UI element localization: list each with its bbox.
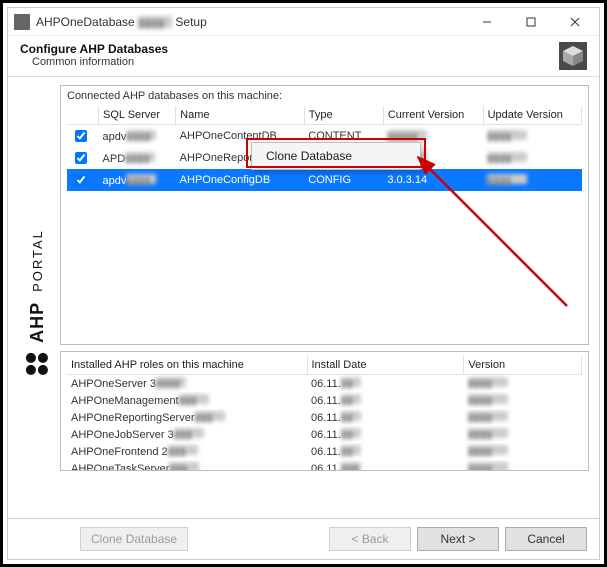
cell-install-date: 06.11.▮▮ [307, 426, 464, 443]
cell-current-version: 3.0.3.14 [383, 169, 483, 191]
page-subtitle: Common information [32, 56, 559, 68]
brand-dots-icon [26, 352, 48, 374]
row-checkbox[interactable] [75, 152, 87, 164]
roles-panel: Installed AHP roles on this machineInsta… [60, 351, 589, 471]
cell-update-version: ▮▮▮▮ [483, 147, 581, 169]
page-title: Configure AHP Databases [20, 42, 559, 56]
cell-install-date: 06.11.▮▮ [307, 409, 464, 426]
cell-role-name: AHPOneTaskServer▮▮▮ [67, 460, 307, 471]
databases-col-header[interactable] [67, 106, 99, 125]
databases-panel-label: Connected AHP databases on this machine: [67, 90, 582, 102]
cell-install-date: 06.11.▮▮ [307, 375, 464, 393]
context-menu[interactable]: Clone Database [251, 142, 421, 170]
cell-server: apdv▮▮▮▮ [99, 169, 176, 191]
databases-col-header[interactable]: SQL Server [99, 106, 176, 125]
cell-version: ▮▮▮▮ [464, 409, 582, 426]
table-row[interactable]: AHPOneJobServer 3▮▮▮06.11.▮▮▮▮▮▮ [67, 426, 582, 443]
window-title-blur: ▮▮▮▮ [138, 16, 172, 28]
row-checkbox[interactable] [75, 174, 87, 186]
table-row[interactable]: AHPOneReportingServer▮▮▮06.11.▮▮▮▮▮▮ [67, 409, 582, 426]
cell-update-version: ▮▮▮▮ [483, 125, 581, 148]
brand-bold: AHP [27, 301, 48, 342]
app-icon [14, 14, 30, 30]
wizard-header: Configure AHP Databases Common informati… [8, 36, 599, 77]
cell-update-version: ▮▮▮▮ [483, 169, 581, 191]
cell-name: AHPOneConfigDB [176, 169, 305, 191]
roles-col-header[interactable]: Version [464, 356, 582, 375]
databases-col-header[interactable]: Current Version [383, 106, 483, 125]
cell-install-date: 06.11.▮▮▮ [307, 460, 464, 471]
cell-role-name: AHPOneServer 3▮▮▮▮ [67, 375, 307, 393]
titlebar: AHPOneDatabase ▮▮▮▮ Setup [8, 8, 599, 36]
context-clone-database[interactable]: Clone Database [252, 143, 420, 169]
databases-col-header[interactable]: Type [304, 106, 383, 125]
cell-version: ▮▮▮▮ [464, 426, 582, 443]
window-title-prefix: AHPOneDatabase [36, 15, 135, 29]
cell-version: ▮▮▮▮ [464, 392, 582, 409]
header-icon [559, 42, 587, 70]
roles-panel-label[interactable]: Installed AHP roles on this machine [67, 356, 307, 375]
brand-sidebar: AHP PORTAL [14, 85, 60, 518]
databases-col-header[interactable]: Update Version [483, 106, 581, 125]
table-row[interactable]: apdv▮▮▮▮AHPOneConfigDBCONFIG3.0.3.14▮▮▮▮ [67, 169, 582, 191]
next-button[interactable]: Next > [417, 527, 499, 551]
cell-role-name: AHPOneReportingServer▮▮▮ [67, 409, 307, 426]
table-row[interactable]: AHPOneFrontend 2▮▮▮06.11.▮▮▮▮▮▮ [67, 443, 582, 460]
cell-role-name: AHPOneJobServer 3▮▮▮ [67, 426, 307, 443]
cell-role-name: AHPOneManagement▮▮▮ [67, 392, 307, 409]
cell-server: APD▮▮▮▮ [99, 147, 176, 169]
databases-panel: Connected AHP databases on this machine:… [60, 85, 589, 345]
cancel-button[interactable]: Cancel [505, 527, 587, 551]
maximize-button[interactable] [509, 9, 553, 35]
cell-server: apdv▮▮▮▮ [99, 125, 176, 148]
window-title-suffix: Setup [175, 15, 206, 29]
cell-version: ▮▮▮▮ [464, 375, 582, 393]
wizard-footer: Clone Database < Back Next > Cancel [8, 518, 599, 559]
roles-col-header[interactable]: Install Date [307, 356, 464, 375]
table-row[interactable]: AHPOneTaskServer▮▮▮06.11.▮▮▮▮▮▮▮ [67, 460, 582, 471]
brand-light: PORTAL [30, 229, 45, 292]
cell-version: ▮▮▮▮ [464, 460, 582, 471]
cell-install-date: 06.11.▮▮ [307, 443, 464, 460]
close-button[interactable] [553, 9, 597, 35]
table-row[interactable]: AHPOneServer 3▮▮▮▮06.11.▮▮▮▮▮▮ [67, 375, 582, 393]
setup-window: AHPOneDatabase ▮▮▮▮ Setup Configure AHP … [7, 7, 600, 560]
roles-table: Installed AHP roles on this machineInsta… [67, 356, 582, 471]
cell-version: ▮▮▮▮ [464, 443, 582, 460]
row-checkbox[interactable] [75, 130, 87, 142]
cell-role-name: AHPOneFrontend 2▮▮▮ [67, 443, 307, 460]
table-row[interactable]: AHPOneManagement▮▮▮06.11.▮▮▮▮▮▮ [67, 392, 582, 409]
cell-type: CONFIG [304, 169, 383, 191]
minimize-button[interactable] [465, 9, 509, 35]
clone-database-button[interactable]: Clone Database [80, 527, 188, 551]
cell-install-date: 06.11.▮▮ [307, 392, 464, 409]
databases-col-header[interactable]: Name [176, 106, 305, 125]
back-button[interactable]: < Back [329, 527, 411, 551]
